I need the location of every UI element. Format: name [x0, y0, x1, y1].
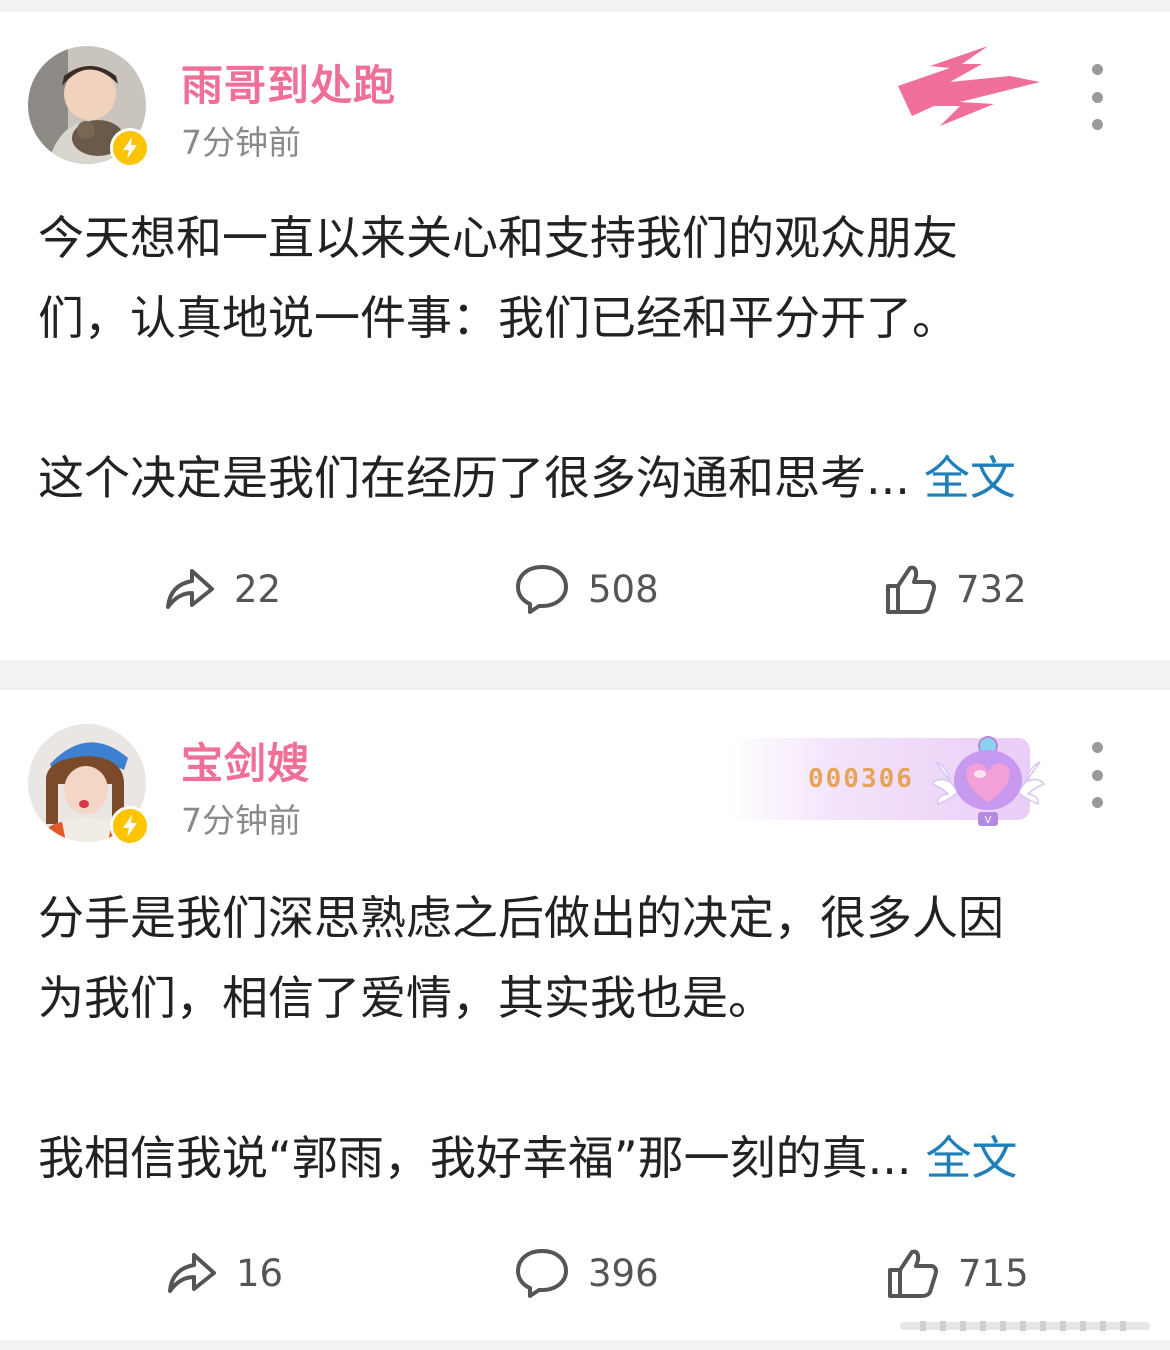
avatar[interactable] [28, 724, 150, 846]
thumbs-up-icon [888, 1249, 938, 1298]
comment-icon [516, 1249, 568, 1298]
thumbs-up-icon [886, 565, 936, 614]
share-count: 16 [236, 1251, 284, 1295]
more-options-button[interactable] [1082, 64, 1112, 130]
post-text-line [38, 358, 1128, 438]
verified-badge-icon [110, 128, 150, 168]
post-text-line: 为我们，相信了爱情，其实我也是。 [38, 971, 774, 1025]
share-button[interactable]: 22 [162, 554, 281, 624]
verified-badge-icon [110, 806, 150, 846]
post-card: 雨哥到处跑 7分钟前 今天想和一直以来关心和支持我们的观众朋友 们，认真地说一件… [0, 12, 1170, 660]
full-text-link[interactable]: 全文 [926, 1131, 1018, 1185]
share-icon [166, 569, 214, 609]
more-options-button[interactable] [1082, 742, 1112, 808]
scrollbar[interactable] [900, 1318, 1150, 1332]
comment-count: 508 [588, 567, 659, 611]
username[interactable]: 雨哥到处跑 [181, 52, 396, 113]
post-text-line: 今天想和一直以来关心和支持我们的观众朋友 [38, 211, 958, 265]
svg-text:V: V [985, 815, 992, 826]
post-time: 7分钟前 [181, 123, 301, 162]
avatar[interactable] [28, 46, 150, 168]
comment-icon [516, 565, 568, 614]
dot-icon [1091, 797, 1103, 808]
post-text: 今天想和一直以来关心和支持我们的观众朋友 们，认真地说一件事：我们已经和平分开了… [38, 198, 1128, 518]
post-text-line: 们，认真地说一件事：我们已经和平分开了。 [38, 291, 958, 345]
post-text-line: 分手是我们深思熟虑之后做出的决定，很多人因 [38, 891, 1004, 945]
share-count: 22 [234, 567, 282, 611]
dot-icon [1091, 742, 1103, 753]
like-count: 715 [958, 1251, 1029, 1295]
like-button[interactable]: 732 [884, 554, 1027, 624]
dot-icon [1091, 91, 1103, 103]
full-text-link[interactable]: 全文 [924, 451, 1016, 505]
action-bar: 22 508 732 [0, 554, 1170, 624]
like-button[interactable]: 715 [886, 1238, 1029, 1308]
dot-icon [1091, 769, 1103, 781]
like-count: 732 [956, 567, 1027, 611]
post-time: 7分钟前 [181, 801, 301, 840]
post-text-line: 这个决定是我们在经历了很多沟通和思考... 全文 [38, 438, 1128, 518]
dot-icon [1091, 119, 1103, 130]
dot-icon [1091, 64, 1103, 75]
username[interactable]: 宝剑嫂 [181, 730, 310, 791]
post-text: 分手是我们深思熟虑之后做出的决定，很多人因 为我们，相信了爱情，其实我也是。 我… [38, 878, 1128, 1198]
comment-count: 396 [588, 1251, 659, 1295]
post-text-line-content: 我相信我说“郭雨，我好幸福”那一刻的真... [38, 1131, 912, 1185]
fan-badge-number: 000306 [808, 764, 914, 794]
share-icon [168, 1253, 216, 1293]
action-bar: 16 396 715 [0, 1238, 1170, 1308]
post-text-line: 我相信我说“郭雨，我好幸福”那一刻的真... 全文 [38, 1118, 1128, 1198]
heart-fan-badge-icon: V [930, 736, 1046, 826]
lightning-logo-icon [890, 46, 1040, 142]
comment-button[interactable]: 508 [514, 554, 659, 624]
fan-badge-banner[interactable]: 000306 V [730, 732, 1050, 826]
comment-button[interactable]: 396 [514, 1238, 659, 1308]
post-text-line-content: 这个决定是我们在经历了很多沟通和思考... [38, 451, 910, 505]
post-card: 宝剑嫂 7分钟前 000306 V 分手是我们深思熟虑之后做出的决定，很多人因 … [0, 690, 1170, 1340]
post-text-line [38, 1038, 1128, 1118]
share-button[interactable]: 16 [164, 1238, 283, 1308]
